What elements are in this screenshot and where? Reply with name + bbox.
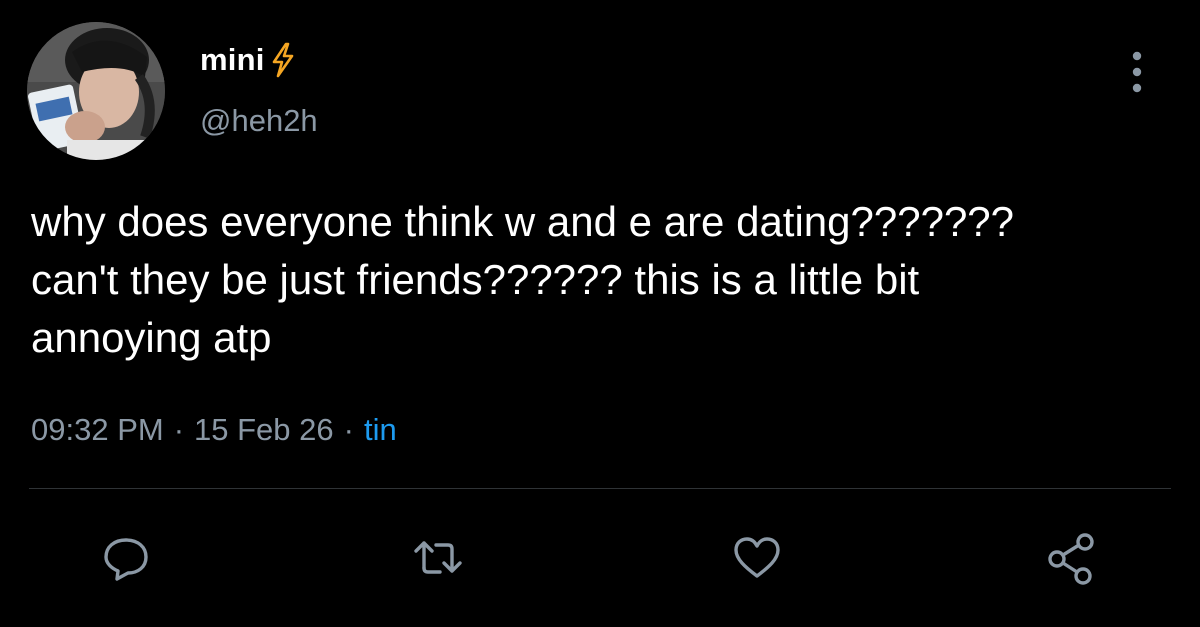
tweet-date: 15 Feb 26 <box>194 412 334 447</box>
retweet-button[interactable] <box>410 530 466 586</box>
heart-icon <box>734 537 780 578</box>
tweet-source-link[interactable]: tin <box>364 412 397 448</box>
reply-button[interactable] <box>98 530 154 586</box>
lightning-bolt-icon <box>269 42 297 78</box>
user-handle[interactable]: @heh2h <box>200 103 318 139</box>
share-icon <box>1048 533 1094 585</box>
avatar[interactable] <box>27 22 165 160</box>
meta-separator: · <box>173 412 185 447</box>
tweet-text: why does everyone think w and e are dati… <box>31 198 1015 361</box>
comment-icon <box>104 538 148 581</box>
profile-photo <box>27 22 165 160</box>
tweet-time: 09:32 PM <box>31 412 164 447</box>
retweet-icon <box>414 541 462 574</box>
more-options-icon[interactable] <box>1122 48 1152 96</box>
meta-separator: · <box>343 412 354 447</box>
divider <box>29 488 1171 489</box>
display-name[interactable]: mini <box>200 42 265 78</box>
like-button[interactable] <box>729 530 785 586</box>
author-name-row[interactable]: mini <box>200 40 297 80</box>
share-button[interactable] <box>1043 530 1099 586</box>
tweet-meta: 09:32 PM · 15 Feb 26 · tin <box>31 412 397 448</box>
